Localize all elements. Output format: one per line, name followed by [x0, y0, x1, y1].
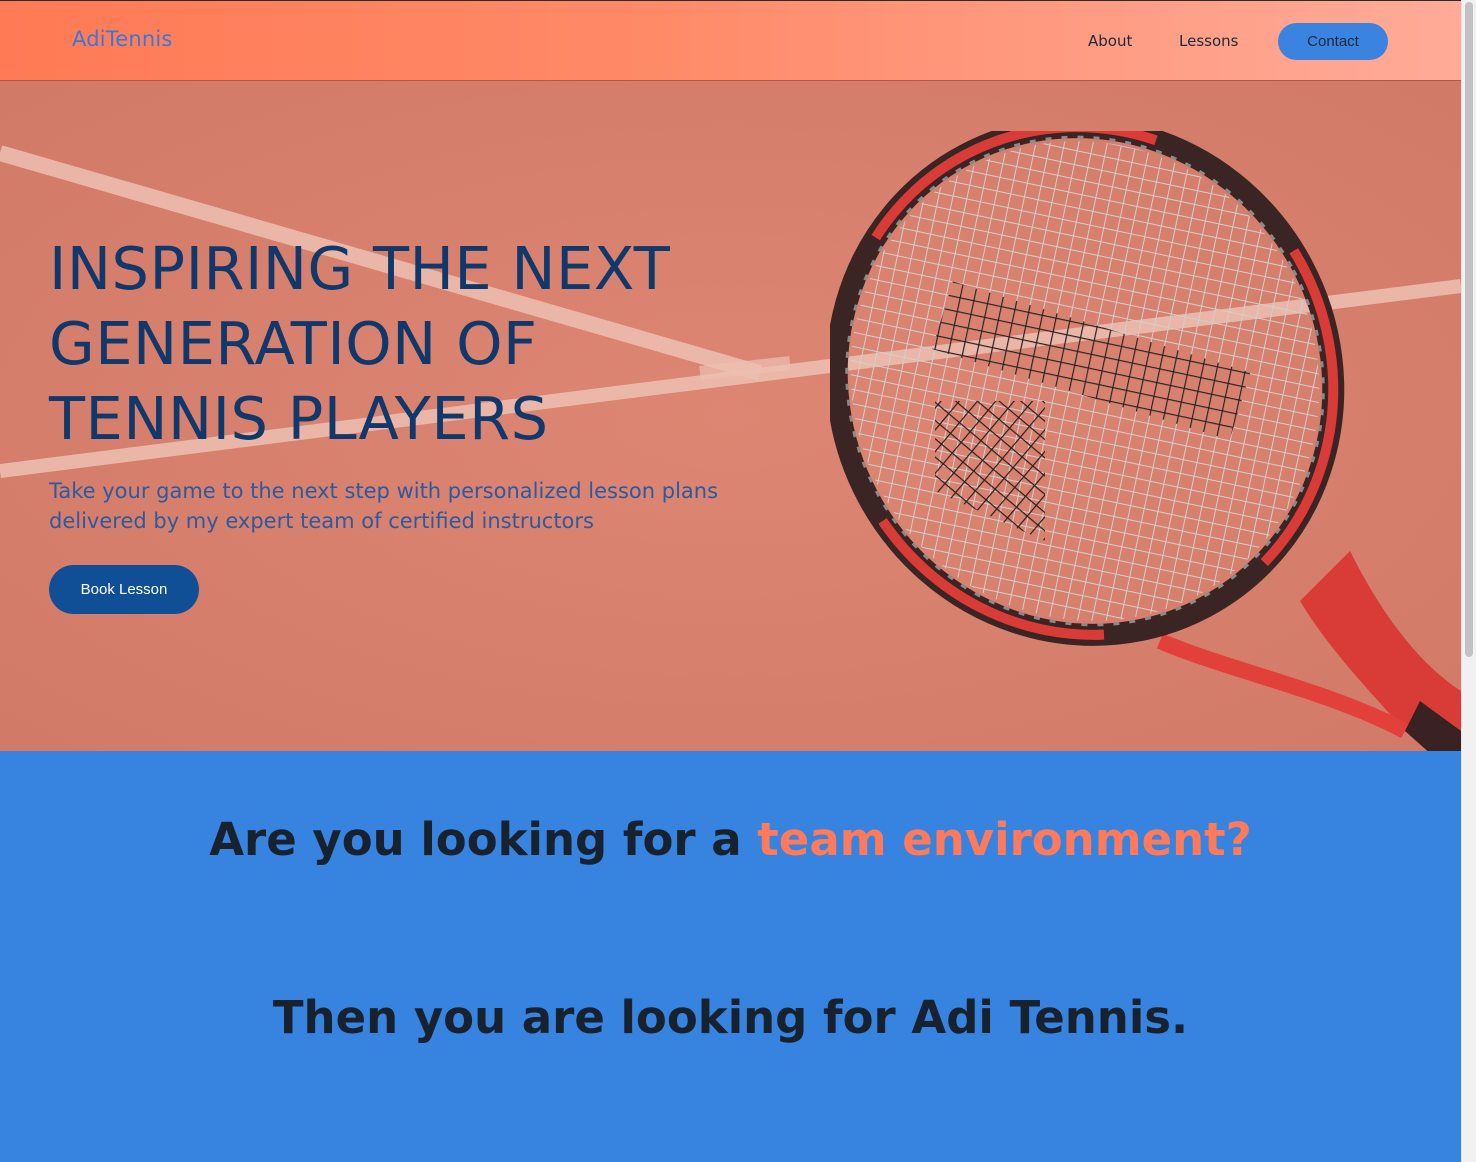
team-environment-heading: Are you looking for a team environment?: [0, 813, 1461, 866]
book-lesson-button[interactable]: Book Lesson: [49, 565, 199, 614]
hero-subtitle-line-1: Take your game to the next step with per…: [49, 479, 719, 503]
intro-section: Are you looking for a team environment? …: [0, 751, 1461, 1162]
vertical-scrollbar[interactable]: [1461, 0, 1476, 1162]
hero-title-line-1: INSPIRING THE NEXT: [49, 234, 671, 303]
scrollbar-thumb[interactable]: [1465, 2, 1473, 657]
hero-title-line-3: TENNIS PLAYERS: [49, 384, 549, 453]
page: AdiTennis About Lessons Contact INSPIRIN…: [0, 0, 1461, 1162]
question-accent: team environment?: [757, 813, 1252, 866]
adi-tennis-heading: Then you are looking for Adi Tennis.: [272, 991, 1189, 1044]
hero-subtitle: Take your game to the next step with per…: [49, 476, 809, 536]
brand-logo[interactable]: AdiTennis: [72, 27, 173, 51]
hero-title-line-2: GENERATION OF: [49, 309, 538, 378]
question-prefix: Are you looking for a: [209, 813, 758, 866]
tennis-racket-image: [830, 131, 1461, 751]
hero-title: INSPIRING THE NEXT GENERATION OF TENNIS …: [49, 231, 809, 456]
navbar: AdiTennis About Lessons Contact: [0, 0, 1461, 81]
contact-button[interactable]: Contact: [1278, 23, 1388, 60]
hero-subtitle-line-2: delivered by my expert team of certified…: [49, 509, 594, 533]
nav-link-lessons[interactable]: Lessons: [1179, 32, 1238, 50]
nav-link-about[interactable]: About: [1088, 32, 1132, 50]
hero-section: INSPIRING THE NEXT GENERATION OF TENNIS …: [0, 81, 1461, 751]
